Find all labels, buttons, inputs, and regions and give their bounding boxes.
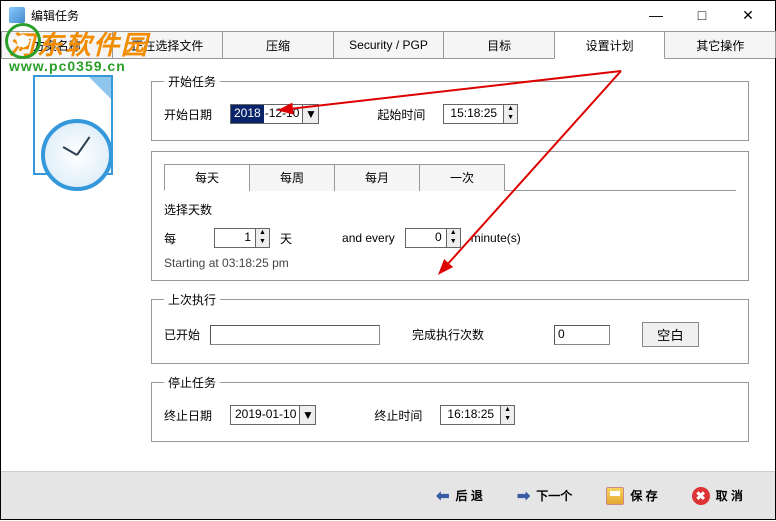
cancel-icon: ✖ <box>692 487 710 505</box>
tab-target[interactable]: 目标 <box>443 31 555 58</box>
start-date-label: 开始日期 <box>164 106 220 123</box>
last-run-group: 上次执行 已开始 完成执行次数 0 空白 <box>151 291 749 364</box>
tab-security[interactable]: Security / PGP <box>333 31 445 58</box>
arrow-right-icon: ➡ <box>517 486 530 506</box>
next-button[interactable]: ➡ 下一个 <box>517 486 572 506</box>
tab-compress[interactable]: 压缩 <box>222 31 334 58</box>
tab-schedule[interactable]: 设置计划 <box>554 31 666 59</box>
back-button[interactable]: ⬅ 后 退 <box>436 486 483 506</box>
dropdown-icon[interactable]: ▼ <box>302 105 318 123</box>
finish-count-value: 0 <box>554 325 610 345</box>
save-button[interactable]: 保 存 <box>606 487 657 505</box>
arrow-left-icon: ⬅ <box>436 486 449 506</box>
finish-count-label: 完成执行次数 <box>412 326 484 343</box>
minimize-button[interactable]: ― <box>633 1 679 29</box>
and-every-label: and every <box>342 231 395 245</box>
tab-select-files[interactable]: 正在选择文件 <box>112 31 224 58</box>
started-value <box>210 325 380 345</box>
end-date-input[interactable]: 2019-01-10 ▼ <box>230 405 316 425</box>
minutes-input[interactable]: 0 ▲▼ <box>405 228 461 248</box>
clear-button[interactable]: 空白 <box>642 322 699 347</box>
end-time-input[interactable]: 16:18:25 ▲▼ <box>440 405 515 425</box>
frequency-group: 每天 每周 每月 一次 选择天数 每 1 ▲▼ 天 and every 0 ▲▼… <box>151 151 749 281</box>
app-icon <box>9 7 25 23</box>
dropdown-icon[interactable]: ▼ <box>299 406 315 424</box>
save-icon <box>606 487 624 505</box>
window-title: 编辑任务 <box>31 7 79 24</box>
stop-task-group: 停止任务 终止日期 2019-01-10 ▼ 终止时间 16:18:25 ▲▼ <box>151 374 749 442</box>
maximize-button[interactable]: □ <box>679 1 725 29</box>
tab-other[interactable]: 其它操作 <box>664 31 776 58</box>
minutes-unit: minute(s) <box>471 231 521 245</box>
tab-scheme-name[interactable]: 方案名称 <box>1 31 113 58</box>
titlebar: 编辑任务 ― □ ✕ <box>1 1 775 29</box>
start-task-group: 开始任务 开始日期 2018-12-10 ▼ 起始时间 15:18:25 ▲▼ <box>151 73 749 141</box>
every-label: 每 <box>164 230 204 247</box>
frequency-tabs: 每天 每周 每月 一次 <box>164 164 736 191</box>
bottom-bar: ⬅ 后 退 ➡ 下一个 保 存 ✖ 取 消 <box>1 471 775 519</box>
starting-text: Starting at 03:18:25 pm <box>164 256 736 270</box>
main-tabs: 方案名称 正在选择文件 压缩 Security / PGP 目标 设置计划 其它… <box>1 31 775 59</box>
cancel-button[interactable]: ✖ 取 消 <box>692 487 743 505</box>
close-button[interactable]: ✕ <box>725 1 771 29</box>
start-time-label: 起始时间 <box>377 106 433 123</box>
start-time-input[interactable]: 15:18:25 ▲▼ <box>443 104 518 124</box>
end-time-label: 终止时间 <box>374 407 430 424</box>
freq-tab-weekly[interactable]: 每周 <box>249 164 335 191</box>
started-label: 已开始 <box>164 326 200 343</box>
days-input[interactable]: 1 ▲▼ <box>214 228 270 248</box>
start-date-input[interactable]: 2018-12-10 ▼ <box>230 104 319 124</box>
freq-tab-daily[interactable]: 每天 <box>164 164 250 191</box>
freq-tab-once[interactable]: 一次 <box>419 164 505 191</box>
freq-tab-monthly[interactable]: 每月 <box>334 164 420 191</box>
days-unit: 天 <box>280 230 292 247</box>
last-run-legend: 上次执行 <box>164 291 220 308</box>
start-task-legend: 开始任务 <box>164 73 220 90</box>
stop-task-legend: 停止任务 <box>164 374 220 391</box>
end-date-label: 终止日期 <box>164 407 220 424</box>
select-days-label: 选择天数 <box>164 201 736 218</box>
